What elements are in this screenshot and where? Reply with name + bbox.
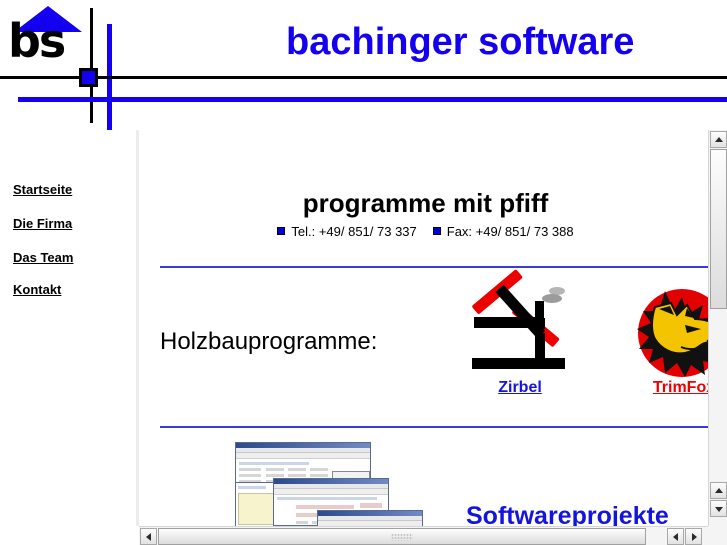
horizontal-scrollbar-thumb[interactable] [158,528,646,545]
header-horizontal-blue-rule [18,97,727,102]
horizontal-scrollbar[interactable] [139,526,708,545]
sidebar-item-die-firma[interactable]: Die Firma [13,216,72,231]
product-link-trimfox[interactable]: TrimFox [625,379,712,397]
vertical-scrollbar-thumb[interactable] [710,149,727,309]
thumb-window-front [317,510,423,526]
letter-i-stem [535,333,545,359]
logo-text: bs [8,14,66,68]
content-divider-bottom [160,426,712,428]
page-title: programme mit pfiff [302,188,549,218]
scroll-left-arrow-icon [672,532,678,541]
site-header-banner: bs bachinger software [0,0,727,130]
content-frame: programme mit pfiff Tel.: +49/ 851/ 73 3… [139,130,712,526]
chimney-icon [535,301,544,318]
fox-head-icon [637,291,712,377]
vertical-scrollbar[interactable] [708,130,727,526]
scroll-left-button[interactable] [140,528,157,545]
company-logo: bs [8,6,86,68]
zirbel-house-logo-icon[interactable] [461,269,579,377]
scrollbar-grip-icon [391,533,413,540]
smoke-puff-icon [542,294,562,303]
page-root: bs bachinger software Startseite Die Fir… [0,0,727,545]
contact-info-row: Tel.: +49/ 851/ 73 337 Fax: +49/ 851/ 73 … [139,224,712,239]
sidebar-nav: Startseite Die Firma Das Team Kontakt [0,130,136,545]
fax-text: Fax: +49/ 851/ 73 388 [446,224,574,239]
trimfox-fox-logo-icon[interactable] [625,285,712,377]
scroll-down-arrow-icon [714,506,723,512]
scroll-up-button[interactable] [710,131,727,148]
bullet-square-icon [277,227,286,235]
projects-heading: Softwareprojekte [466,502,669,526]
header-vertical-black-rule [90,8,93,123]
scroll-down-button[interactable] [710,500,727,517]
product-link-zirbel[interactable]: Zirbel [461,379,579,397]
scroll-left-arrow-icon [145,532,151,541]
sidebar-item-das-team[interactable]: Das Team [13,250,73,265]
thumb-window-left [235,482,275,526]
thumb-yellow-pane [238,493,274,525]
letter-z-bottom [472,358,565,369]
header-accent-square [79,68,98,87]
letter-i-dot [535,318,545,329]
brand-title: bachinger software [286,21,635,63]
product-tile-trimfox[interactable]: TrimFox [625,285,712,397]
telephone-text: Tel.: +49/ 851/ 73 337 [291,224,417,239]
header-horizontal-black-rule [0,76,727,79]
bullet-square-icon [432,227,441,235]
sidebar-item-startseite[interactable]: Startseite [13,182,72,197]
section-label-holzbauprogramme: Holzbauprogramme: [160,328,378,355]
sidebar-item-kontakt[interactable]: Kontakt [13,282,61,297]
scroll-right-arrow-icon [691,532,697,541]
scroll-up-arrow-icon [714,487,723,493]
scroll-right-button[interactable] [685,528,702,545]
screenshot-thumbnail[interactable] [217,438,423,526]
scroll-up-button-lower[interactable] [710,482,727,499]
product-tile-zirbel[interactable]: Zirbel [461,269,579,397]
scroll-up-arrow-icon [714,136,723,142]
scrollbar-corner [708,526,727,545]
scroll-left-button-right[interactable] [667,528,684,545]
content-divider-top [160,266,712,268]
